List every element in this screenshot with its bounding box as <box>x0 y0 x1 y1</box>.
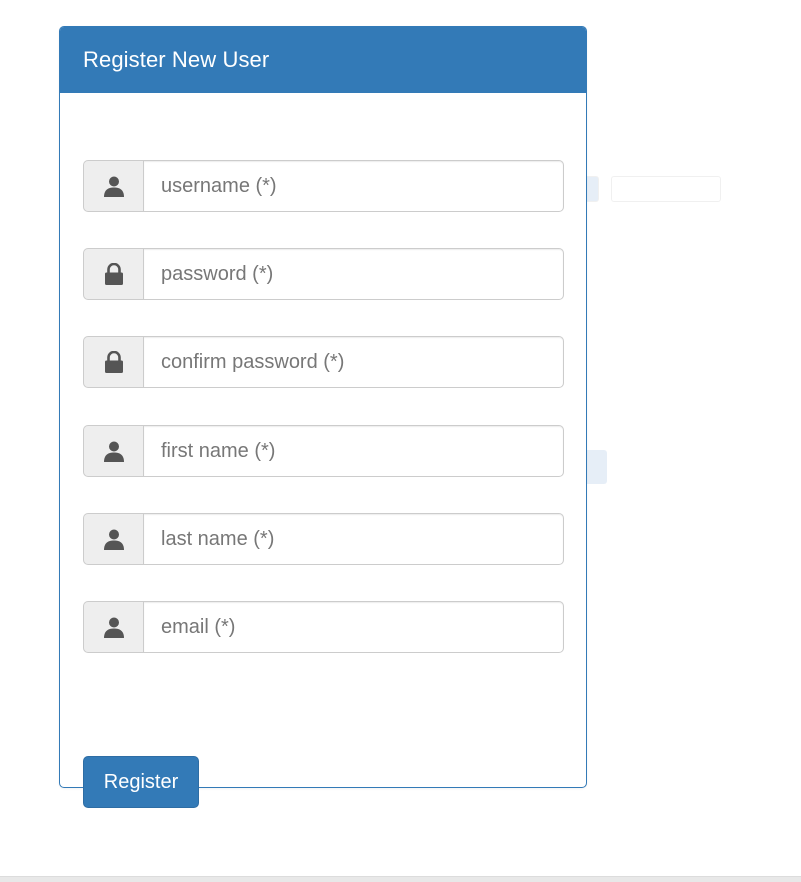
register-button[interactable]: Register <box>83 756 199 808</box>
password-input[interactable] <box>143 248 564 300</box>
register-panel: Register New User username (*) first nam… <box>59 26 587 808</box>
first-name-input[interactable] <box>143 425 564 477</box>
email-group <box>83 601 564 653</box>
user-icon <box>83 160 143 212</box>
bottom-divider <box>0 876 801 882</box>
username-group <box>83 160 564 212</box>
lock-icon <box>83 248 143 300</box>
first-name-group <box>83 425 564 477</box>
panel-title: Register New User <box>83 47 270 72</box>
confirm-password-input[interactable] <box>143 336 564 388</box>
user-icon <box>83 601 143 653</box>
password-group <box>83 248 564 300</box>
username-input[interactable] <box>143 160 564 212</box>
page: Register New User username (*) first nam… <box>0 0 801 882</box>
last-name-group <box>83 513 564 565</box>
email-input[interactable] <box>143 601 564 653</box>
panel-heading: Register New User <box>60 27 586 93</box>
user-icon <box>83 513 143 565</box>
user-icon <box>83 425 143 477</box>
confirm-password-group <box>83 336 564 388</box>
last-name-input[interactable] <box>143 513 564 565</box>
lock-icon <box>83 336 143 388</box>
